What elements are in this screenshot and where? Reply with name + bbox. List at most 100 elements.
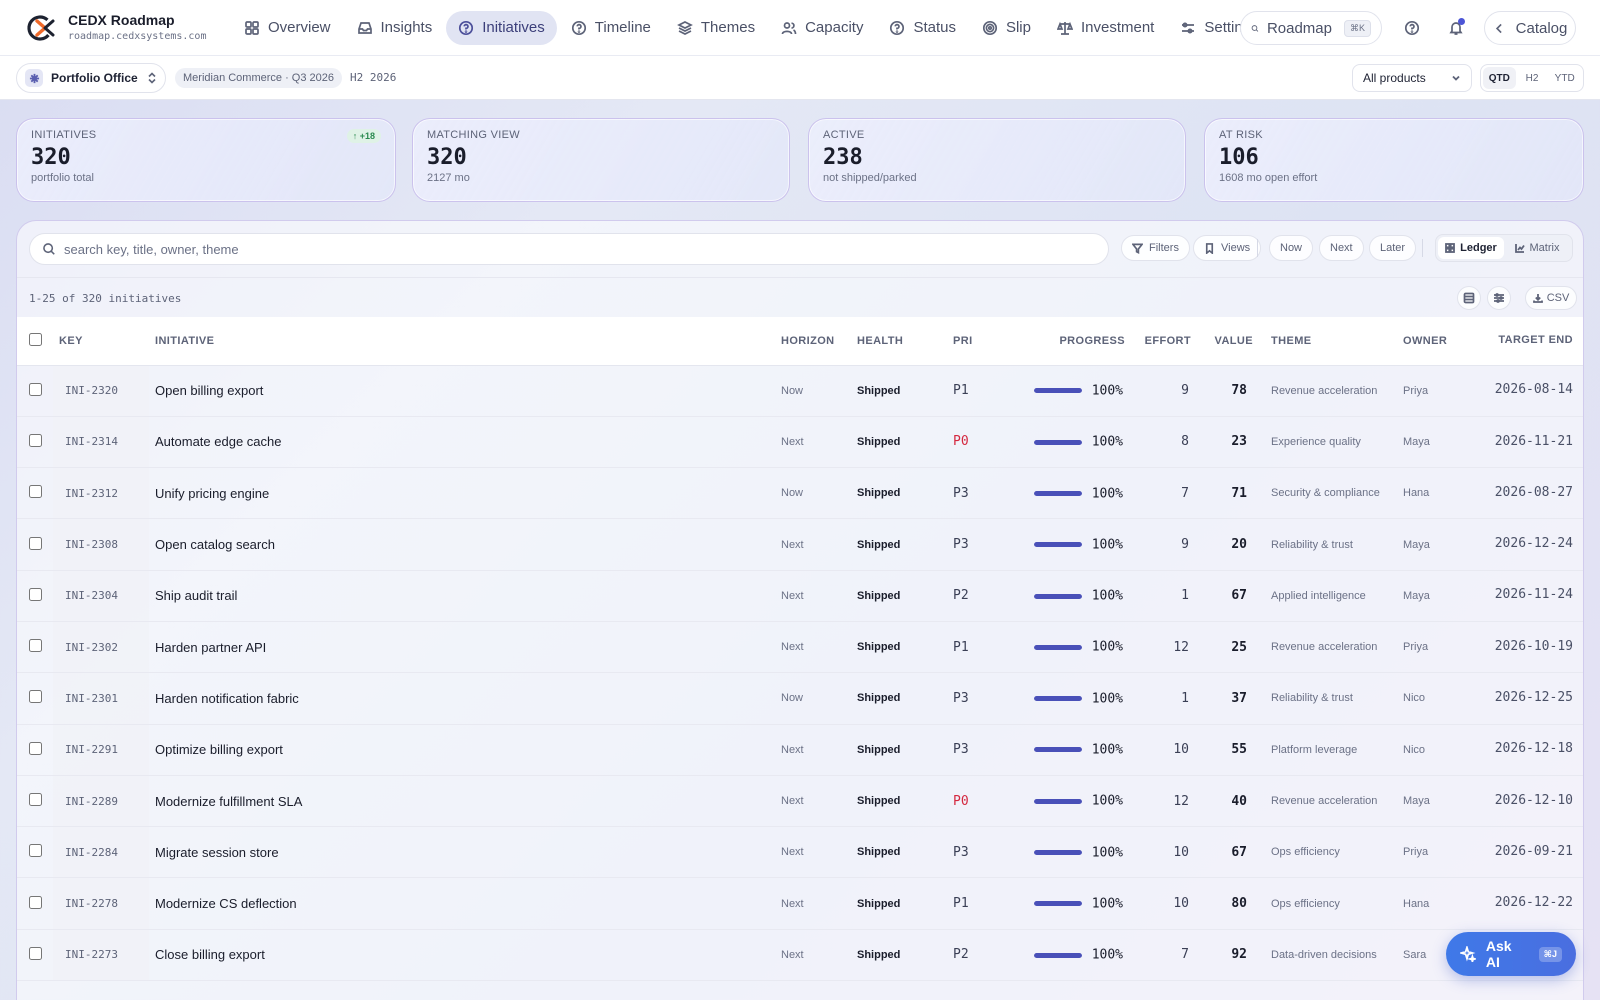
period-h2[interactable]: H2 [1516, 67, 1549, 89]
row-title[interactable]: Ship audit trail [149, 570, 775, 621]
row-title[interactable]: Open catalog search [149, 519, 775, 570]
row-checkbox[interactable] [29, 793, 42, 807]
table-row[interactable]: INI-2301 Harden notification fabric Now Shi… [17, 672, 1583, 725]
view-ledger[interactable]: Ledger [1438, 237, 1504, 259]
horizon-now-chip[interactable]: Now [1269, 235, 1314, 261]
select-all-checkbox[interactable] [29, 332, 42, 346]
nav-timeline[interactable]: Timeline [559, 11, 663, 45]
col-progress[interactable]: PROGRESS [997, 317, 1131, 366]
density-button[interactable] [1457, 286, 1481, 310]
row-checkbox[interactable] [29, 485, 42, 499]
row-title[interactable]: Modernize fulfillment SLA [149, 775, 775, 826]
row-title[interactable]: Modernize CS deflection [149, 878, 775, 929]
products-select[interactable]: All products [1352, 64, 1472, 92]
workspace-switcher[interactable]: Portfolio Office [16, 63, 166, 93]
col-health[interactable]: HEALTH [851, 317, 947, 366]
brand[interactable]: CEDX Roadmap roadmap.cedxsystems.com [26, 12, 226, 43]
notifications-button[interactable] [1444, 16, 1468, 40]
table-row[interactable]: INI-2304 Ship audit trail Next Shipped P2 100… [17, 570, 1583, 622]
col-target-end[interactable]: TARGET END [1487, 317, 1583, 366]
row-progress: 100% [997, 673, 1131, 724]
row-key[interactable]: INI-2284 [53, 826, 149, 878]
catalog-button[interactable]: Catalog [1484, 11, 1576, 45]
row-key[interactable]: INI-2308 [53, 518, 149, 571]
table-search-input[interactable] [64, 241, 1064, 257]
nav-initiatives[interactable]: Initiatives [446, 10, 557, 45]
nav-status[interactable]: Status [877, 11, 968, 45]
table-row[interactable]: INI-2273 Close billing export Next Shipped P… [17, 929, 1583, 981]
row-checkbox[interactable] [29, 536, 42, 550]
table-row[interactable]: INI-2308 Open catalog search Next Shipped P3… [17, 518, 1583, 571]
table-row[interactable]: INI-2302 Harden partner API Next Shipped P1 1… [17, 621, 1583, 673]
row-priority: P0 [953, 793, 969, 809]
table-row[interactable]: INI-2314 Automate edge cache Next Shipped P0… [17, 416, 1583, 468]
col-effort[interactable]: EFFORT [1131, 317, 1197, 366]
period-ytd[interactable]: YTD [1548, 67, 1581, 89]
row-effort: 9 [1181, 537, 1189, 553]
row-checkbox[interactable] [29, 690, 42, 704]
kpi-delta-badge: ↑ +18 [346, 129, 381, 143]
row-key[interactable]: INI-2312 [53, 467, 149, 519]
row-value: 55 [1231, 742, 1247, 758]
row-key[interactable]: INI-2302 [53, 621, 149, 673]
row-key[interactable]: INI-2320 [53, 365, 149, 417]
columns-button[interactable] [1487, 286, 1511, 310]
row-value: 71 [1231, 485, 1247, 501]
row-checkbox[interactable] [29, 639, 42, 653]
col-owner[interactable]: OWNER [1397, 317, 1487, 366]
row-title[interactable]: Optimize billing export [149, 724, 775, 775]
row-key[interactable]: INI-2289 [53, 775, 149, 827]
row-checkbox[interactable] [29, 741, 42, 755]
row-key[interactable]: INI-2291 [53, 724, 149, 776]
progress-percent: 100% [1091, 588, 1123, 604]
col-initiative[interactable]: INITIATIVE [149, 317, 775, 366]
col-key[interactable]: KEY [53, 317, 149, 366]
horizon-later-chip[interactable]: Later [1369, 235, 1417, 261]
col-horizon[interactable]: HORIZON [775, 317, 851, 366]
table-row[interactable]: INI-2284 Migrate session store Next Shipped… [17, 826, 1583, 878]
table-row[interactable]: INI-2312 Unify pricing engine Now Shipped P3… [17, 467, 1583, 519]
nav-themes[interactable]: Themes [665, 11, 767, 45]
row-title[interactable]: Harden notification fabric [149, 673, 775, 724]
row-title[interactable]: Automate edge cache [149, 416, 775, 467]
row-title[interactable]: Harden partner API [149, 621, 775, 672]
row-key[interactable]: INI-2304 [53, 570, 149, 622]
horizon-later-label: Later [1380, 242, 1406, 254]
row-key[interactable]: INI-2273 [53, 929, 149, 981]
nav-capacity[interactable]: Capacity [769, 11, 875, 45]
row-key[interactable]: INI-2301 [53, 672, 149, 725]
table-row[interactable]: INI-2289 Modernize fulfillment SLA Next Shi… [17, 775, 1583, 827]
row-key[interactable]: INI-2278 [53, 877, 149, 930]
row-title[interactable]: Unify pricing engine [149, 468, 775, 519]
table-row[interactable]: INI-2291 Optimize billing export Next Shipp… [17, 724, 1583, 776]
ask-ai-button[interactable]: Ask AI ⌘J [1446, 932, 1576, 976]
col-pri[interactable]: PRI [947, 317, 997, 366]
nav-insights[interactable]: Insights [345, 11, 445, 45]
row-title[interactable]: Close billing export [149, 929, 775, 980]
views-button[interactable]: Views [1193, 235, 1262, 261]
help-button[interactable] [1400, 16, 1424, 40]
table-row[interactable]: INI-2278 Modernize CS deflection Next Shipp… [17, 877, 1583, 930]
view-matrix[interactable]: Matrix [1504, 237, 1570, 259]
col-value[interactable]: VALUE [1197, 317, 1259, 366]
row-checkbox[interactable] [29, 433, 42, 447]
col-theme[interactable]: THEME [1259, 317, 1397, 366]
nav-investment[interactable]: Investment [1045, 11, 1166, 45]
nav-overview[interactable]: Overview [232, 11, 343, 45]
filters-button[interactable]: Filters [1121, 235, 1190, 261]
horizon-next-chip[interactable]: Next [1319, 235, 1364, 261]
global-search-button[interactable]: Roadmap ⌘K [1240, 11, 1382, 45]
chevron-updown-icon [147, 72, 157, 84]
row-checkbox[interactable] [29, 587, 42, 601]
row-checkbox[interactable] [29, 946, 42, 960]
nav-slip[interactable]: Slip [970, 11, 1043, 45]
row-title[interactable]: Open billing export [149, 365, 775, 416]
row-checkbox[interactable] [29, 844, 42, 858]
row-checkbox[interactable] [29, 382, 42, 396]
period-qtd[interactable]: QTD [1483, 67, 1516, 89]
row-checkbox[interactable] [29, 895, 42, 909]
row-key[interactable]: INI-2314 [53, 416, 149, 468]
row-title[interactable]: Migrate session store [149, 827, 775, 878]
csv-export-button[interactable]: CSV [1525, 286, 1577, 310]
table-row[interactable]: INI-2320 Open billing export Now Shipped P1 1… [17, 365, 1583, 417]
